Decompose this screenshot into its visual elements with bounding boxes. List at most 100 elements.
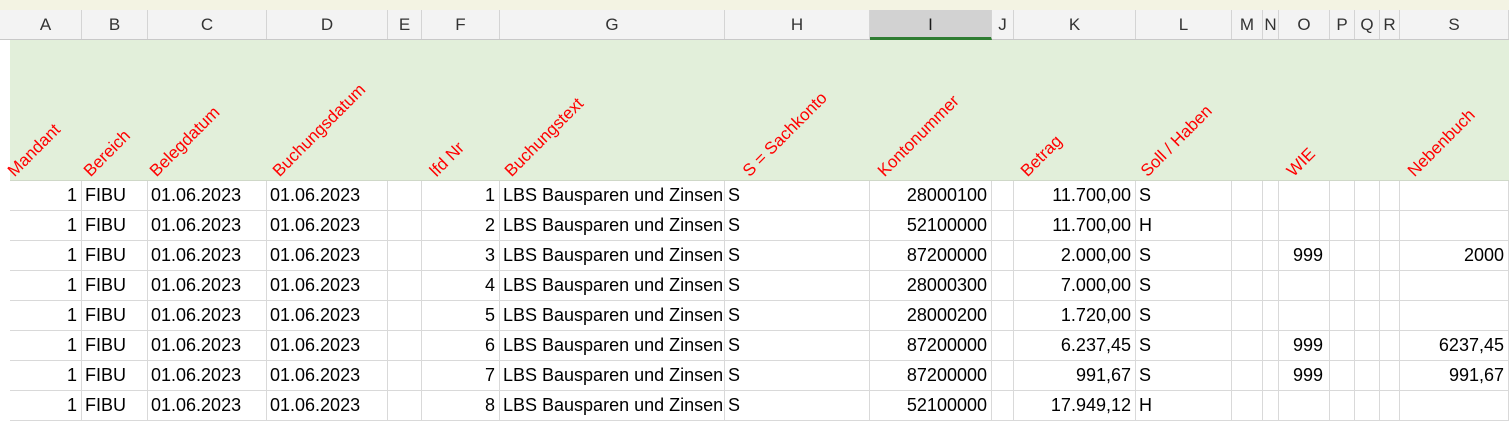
cell-nebenbuch[interactable]: 991,67 xyxy=(1400,361,1509,390)
column-header-d[interactable]: D xyxy=(267,10,388,39)
column-header-s[interactable]: S xyxy=(1400,10,1509,39)
cell-buchungstext[interactable]: LBS Bausparen und Zinsen xyxy=(500,241,725,270)
cell-buchungstext[interactable]: LBS Bausparen und Zinsen xyxy=(500,301,725,330)
cell-col-j[interactable] xyxy=(992,301,1014,330)
cell-col-e[interactable] xyxy=(388,361,422,390)
column-header-h[interactable]: H xyxy=(725,10,870,39)
cell-col-m[interactable] xyxy=(1232,331,1263,360)
cell-col-r[interactable] xyxy=(1380,241,1400,270)
cell-belegdatum[interactable]: 01.06.2023 xyxy=(148,271,267,300)
cell-mandant[interactable]: 1 xyxy=(10,211,82,240)
column-header-n[interactable]: N xyxy=(1263,10,1279,39)
cell-nebenbuch[interactable] xyxy=(1400,391,1509,420)
cell-col-q[interactable] xyxy=(1355,331,1380,360)
cell-sachkonto[interactable]: S xyxy=(725,331,870,360)
cell-col-p[interactable] xyxy=(1330,271,1355,300)
column-header-p[interactable]: P xyxy=(1330,10,1355,39)
cell-col-e[interactable] xyxy=(388,241,422,270)
column-header-m[interactable]: M xyxy=(1232,10,1263,39)
cell-wie[interactable]: 999 xyxy=(1279,361,1330,390)
cell-bereich[interactable]: FIBU xyxy=(82,361,148,390)
cell-kontonummer[interactable]: 87200000 xyxy=(870,331,992,360)
cell-col-p[interactable] xyxy=(1330,331,1355,360)
cell-col-q[interactable] xyxy=(1355,361,1380,390)
cell-col-m[interactable] xyxy=(1232,241,1263,270)
column-header-a[interactable]: A xyxy=(10,10,82,39)
cell-buchungstext[interactable]: LBS Bausparen und Zinsen xyxy=(500,331,725,360)
column-header-b[interactable]: B xyxy=(82,10,148,39)
cell-col-e[interactable] xyxy=(388,301,422,330)
cell-col-q[interactable] xyxy=(1355,181,1380,210)
cell-buchungsdatum[interactable]: 01.06.2023 xyxy=(267,361,388,390)
cell-buchungstext[interactable]: LBS Bausparen und Zinsen xyxy=(500,391,725,420)
cell-kontonummer[interactable]: 28000200 xyxy=(870,301,992,330)
cell-col-e[interactable] xyxy=(388,211,422,240)
cell-mandant[interactable]: 1 xyxy=(10,331,82,360)
cell-col-e[interactable] xyxy=(388,391,422,420)
cell-bereich[interactable]: FIBU xyxy=(82,301,148,330)
column-header-k[interactable]: K xyxy=(1014,10,1136,39)
cell-wie[interactable] xyxy=(1279,391,1330,420)
cell-kontonummer[interactable]: 87200000 xyxy=(870,241,992,270)
cell-col-p[interactable] xyxy=(1330,211,1355,240)
column-header-r[interactable]: R xyxy=(1380,10,1400,39)
cell-mandant[interactable]: 1 xyxy=(10,271,82,300)
cell-bereich[interactable]: FIBU xyxy=(82,241,148,270)
cell-betrag[interactable]: 6.237,45 xyxy=(1014,331,1136,360)
cell-betrag[interactable]: 17.949,12 xyxy=(1014,391,1136,420)
column-header-q[interactable]: Q xyxy=(1355,10,1380,39)
cell-sachkonto[interactable]: S xyxy=(725,181,870,210)
cell-nebenbuch[interactable] xyxy=(1400,181,1509,210)
cell-wie[interactable]: 999 xyxy=(1279,331,1330,360)
cell-col-r[interactable] xyxy=(1380,331,1400,360)
cell-col-e[interactable] xyxy=(388,331,422,360)
cell-col-m[interactable] xyxy=(1232,211,1263,240)
cell-wie[interactable] xyxy=(1279,301,1330,330)
cell-buchungstext[interactable]: LBS Bausparen und Zinsen xyxy=(500,271,725,300)
cell-col-p[interactable] xyxy=(1330,391,1355,420)
cell-bereich[interactable]: FIBU xyxy=(82,211,148,240)
cell-lfdnr[interactable]: 3 xyxy=(422,241,500,270)
cell-betrag[interactable]: 991,67 xyxy=(1014,361,1136,390)
cell-col-n[interactable] xyxy=(1263,391,1279,420)
cell-buchungsdatum[interactable]: 01.06.2023 xyxy=(267,211,388,240)
cell-col-q[interactable] xyxy=(1355,391,1380,420)
cell-col-m[interactable] xyxy=(1232,181,1263,210)
cell-lfdnr[interactable]: 6 xyxy=(422,331,500,360)
cell-bereich[interactable]: FIBU xyxy=(82,391,148,420)
cell-belegdatum[interactable]: 01.06.2023 xyxy=(148,331,267,360)
cell-col-r[interactable] xyxy=(1380,211,1400,240)
cell-buchungsdatum[interactable]: 01.06.2023 xyxy=(267,181,388,210)
cell-kontonummer[interactable]: 52100000 xyxy=(870,211,992,240)
cell-bereich[interactable]: FIBU xyxy=(82,181,148,210)
cell-col-m[interactable] xyxy=(1232,271,1263,300)
column-header-f[interactable]: F xyxy=(422,10,500,39)
cell-sollhaben[interactable]: S xyxy=(1136,301,1232,330)
cell-kontonummer[interactable]: 28000100 xyxy=(870,181,992,210)
cell-lfdnr[interactable]: 1 xyxy=(422,181,500,210)
cell-bereich[interactable]: FIBU xyxy=(82,271,148,300)
cell-col-j[interactable] xyxy=(992,211,1014,240)
cell-buchungsdatum[interactable]: 01.06.2023 xyxy=(267,271,388,300)
cell-col-m[interactable] xyxy=(1232,361,1263,390)
column-header-j[interactable]: J xyxy=(992,10,1014,39)
cell-buchungsdatum[interactable]: 01.06.2023 xyxy=(267,241,388,270)
cell-mandant[interactable]: 1 xyxy=(10,391,82,420)
cell-col-q[interactable] xyxy=(1355,271,1380,300)
cell-col-q[interactable] xyxy=(1355,241,1380,270)
cell-col-r[interactable] xyxy=(1380,391,1400,420)
cell-col-j[interactable] xyxy=(992,241,1014,270)
cell-lfdnr[interactable]: 5 xyxy=(422,301,500,330)
cell-buchungstext[interactable]: LBS Bausparen und Zinsen xyxy=(500,181,725,210)
cell-col-j[interactable] xyxy=(992,271,1014,300)
cell-belegdatum[interactable]: 01.06.2023 xyxy=(148,391,267,420)
cell-sachkonto[interactable]: S xyxy=(725,391,870,420)
cell-lfdnr[interactable]: 8 xyxy=(422,391,500,420)
cell-col-q[interactable] xyxy=(1355,211,1380,240)
cell-belegdatum[interactable]: 01.06.2023 xyxy=(148,241,267,270)
cell-nebenbuch[interactable] xyxy=(1400,211,1509,240)
cell-nebenbuch[interactable] xyxy=(1400,271,1509,300)
cell-lfdnr[interactable]: 4 xyxy=(422,271,500,300)
cell-belegdatum[interactable]: 01.06.2023 xyxy=(148,211,267,240)
cell-sachkonto[interactable]: S xyxy=(725,361,870,390)
